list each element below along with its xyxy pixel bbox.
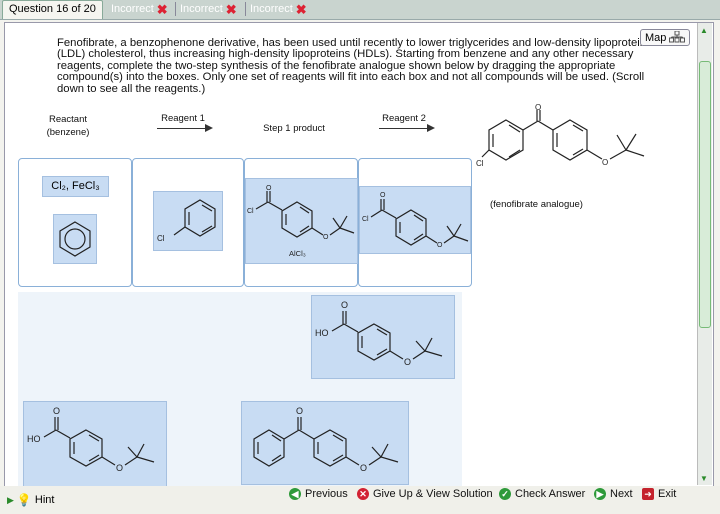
ether-oxygen-label: O (323, 234, 329, 241)
scroll-up-arrow-icon[interactable]: ▲ (699, 26, 709, 38)
incorrect-x-icon: ✖ (156, 1, 168, 17)
attempt-status-label: Incorrect (180, 3, 223, 15)
previous-button[interactable]: ◀ Previous (289, 487, 348, 501)
aluminum-chloride-label: AlCl₃ (289, 249, 306, 258)
tab-divider (175, 2, 176, 16)
next-arrow-icon: ▶ (594, 488, 606, 500)
carbonyl-oxygen-label: O (341, 300, 348, 310)
carbonyl-oxygen-label: O (380, 192, 386, 199)
acyl-chloride-structure: O Cl O (362, 192, 469, 249)
reaction-arrow-2 (379, 128, 429, 129)
carbonyl-oxygen-label: O (535, 104, 541, 112)
give-up-label: Give Up & View Solution (373, 488, 493, 500)
tile-acyl-chloride-with-alcl3[interactable]: O Cl O AlCl₃ (245, 178, 358, 264)
previous-attempt-tab-3[interactable]: Incorrect ✖ (250, 1, 307, 17)
check-answer-button[interactable]: ✓ Check Answer (499, 487, 585, 501)
incorrect-x-icon: ✖ (295, 1, 307, 17)
tile-carboxylic-acid-a[interactable]: O HO O (311, 295, 455, 379)
reaction-arrow-1 (157, 128, 207, 129)
carboxylic-acid-structure: O HO O (315, 300, 443, 367)
tile-chlorobenzene[interactable]: Cl (153, 191, 223, 251)
reagent1-label: Reagent 1 (161, 113, 205, 124)
give-up-button[interactable]: ✕ Give Up & View Solution (357, 487, 493, 501)
scrollbar-thumb[interactable] (699, 61, 711, 328)
previous-label: Previous (305, 488, 348, 500)
tile-benzophenone-ether[interactable]: O O (241, 401, 409, 485)
checkmark-icon: ✓ (499, 488, 511, 500)
exit-door-icon: ➜ (642, 488, 654, 500)
expand-triangle-icon: ▶ (7, 495, 14, 505)
ether-oxygen-label: O (360, 463, 367, 473)
exit-button[interactable]: ➜ Exit (642, 487, 676, 501)
incorrect-x-icon: ✖ (225, 1, 237, 17)
carbonyl-oxygen-label: O (53, 406, 60, 416)
step1-product-label: Step 1 product (263, 123, 325, 134)
arrowhead-icon (205, 124, 213, 132)
chlorobenzene-structure: Cl (157, 199, 216, 243)
tile-chlorine-ferric-chloride[interactable]: Cl₂, FeCl₃ (42, 176, 109, 197)
reactant-sublabel: (benzene) (46, 127, 90, 138)
reactant-label: Reactant (48, 114, 88, 125)
acyl-chloride-structure: O Cl O AlCl₃ (247, 185, 355, 258)
hint-button[interactable]: ▶ 💡 Hint (7, 493, 54, 507)
exit-label: Exit (658, 488, 677, 500)
attempt-status-label: Incorrect (111, 3, 154, 15)
question-text: Fenofibrate, a benzophenone derivative, … (57, 37, 647, 95)
chlorine-label: Cl (247, 208, 254, 215)
map-label: Map (645, 32, 667, 44)
tile-benzene[interactable] (53, 214, 97, 264)
check-answer-label: Check Answer (515, 488, 586, 500)
next-label: Next (610, 488, 633, 500)
ether-oxygen-label: O (116, 463, 123, 473)
arrowhead-icon (427, 124, 435, 132)
tile-acyl-chloride[interactable]: O Cl O (359, 186, 471, 254)
next-button[interactable]: ▶ Next (594, 487, 633, 501)
fenofibrate-analogue-structure: O Cl O (476, 104, 645, 168)
chlorine-label: Cl (362, 216, 369, 223)
benzene-structure (59, 221, 91, 257)
hint-label: Hint (34, 494, 55, 506)
chlorine-label: Cl (157, 234, 165, 243)
ether-oxygen-label: O (404, 357, 411, 367)
carboxylic-acid-structure: O HO O (27, 406, 155, 473)
give-up-x-icon: ✕ (357, 488, 369, 500)
question-tab-bar (0, 0, 720, 20)
map-button[interactable]: Map (640, 29, 690, 46)
carbonyl-oxygen-label: O (266, 185, 272, 192)
tile-carboxylic-acid-b[interactable]: O HO O (23, 401, 167, 488)
tab-divider (245, 2, 246, 16)
product-caption: (fenofibrate analogue) (490, 199, 583, 210)
attempt-status-label: Incorrect (250, 3, 293, 15)
reagent2-label: Reagent 2 (382, 113, 426, 124)
ether-oxygen-label: O (602, 158, 608, 167)
previous-attempt-tab-2[interactable]: Incorrect ✖ (180, 1, 237, 17)
previous-arrow-icon: ◀ (289, 488, 301, 500)
carbonyl-oxygen-label: O (296, 406, 303, 416)
previous-attempt-tab-1[interactable]: Incorrect ✖ (111, 1, 168, 17)
ether-oxygen-label: O (437, 242, 443, 249)
benzophenone-ether-structure: O O (253, 406, 399, 473)
lightbulb-icon: 💡 (16, 493, 32, 507)
map-icon (669, 30, 686, 43)
hydroxyl-label: HO (27, 434, 41, 444)
chlorine-label: Cl (476, 159, 484, 168)
hydroxyl-label: HO (315, 328, 329, 338)
scroll-down-arrow-icon[interactable]: ▼ (699, 474, 709, 486)
current-question-tab[interactable]: Question 16 of 20 (2, 0, 103, 19)
